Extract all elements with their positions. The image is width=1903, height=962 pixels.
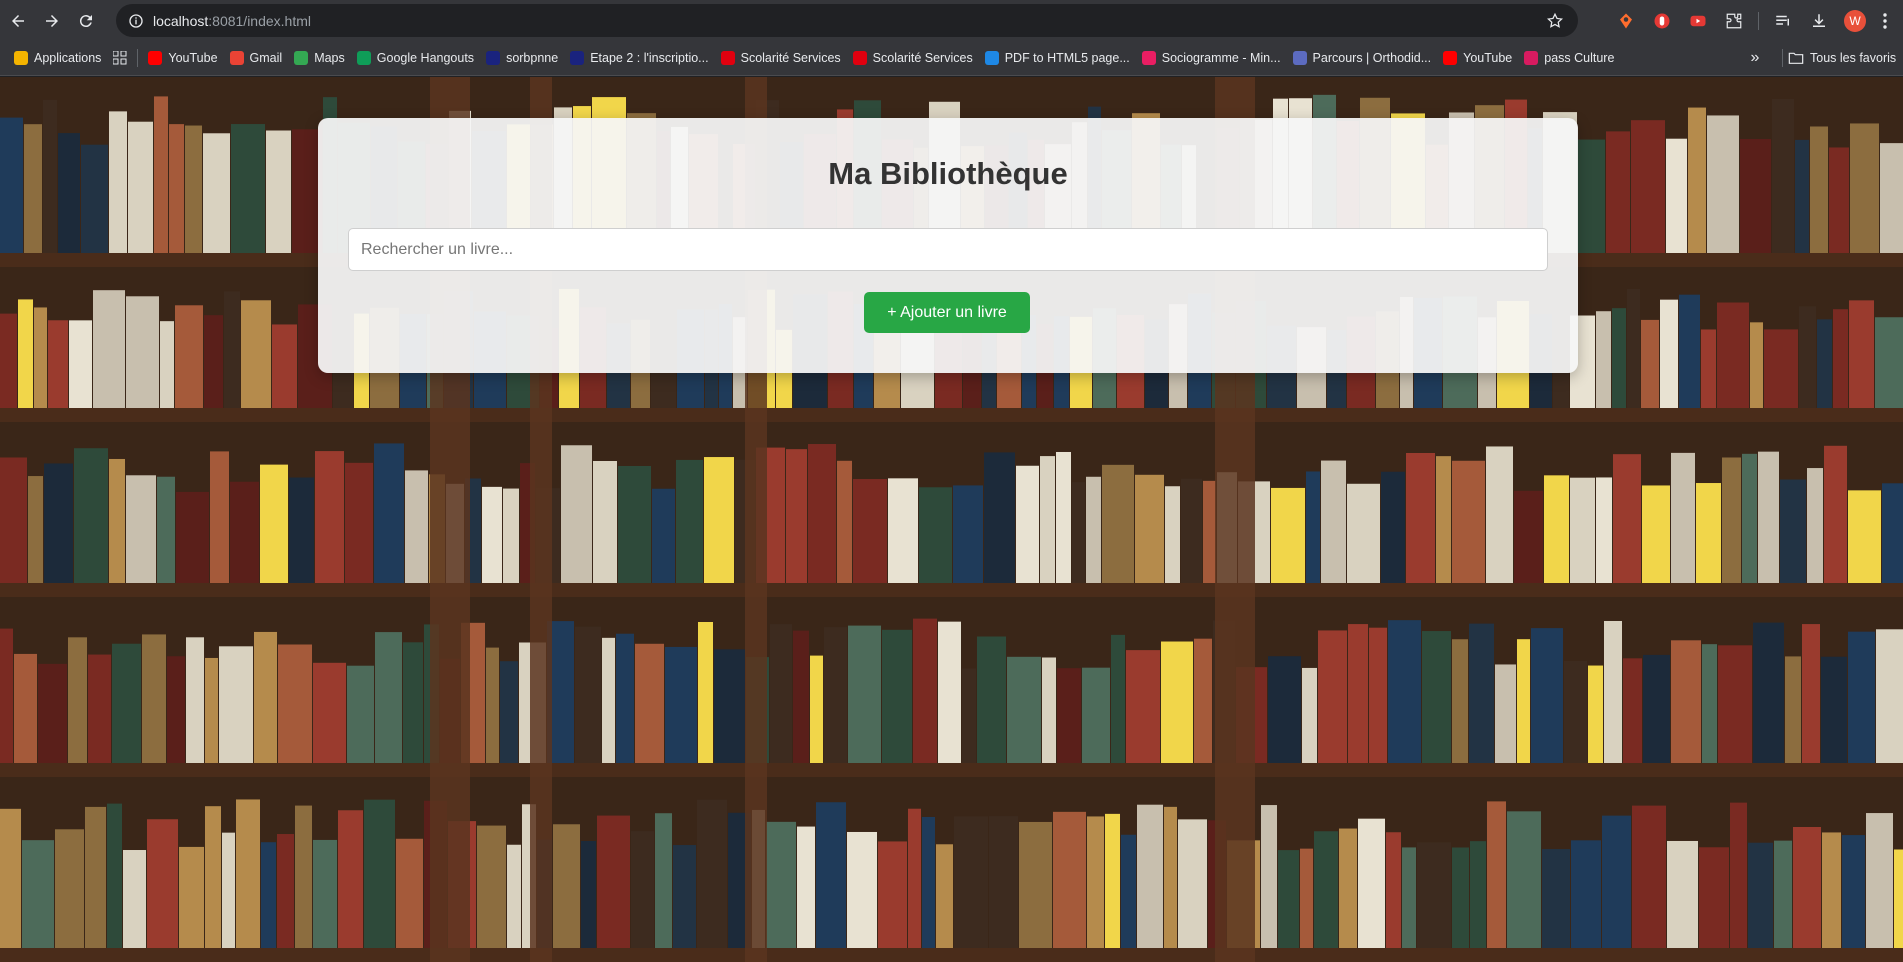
apps-launcher-button[interactable] [107,45,133,71]
bookmark-label: YouTube [168,51,218,65]
download-icon[interactable] [1801,0,1837,41]
reload-icon [79,14,92,27]
library-panel: Ma Bibliothèque + Ajouter un livre [318,118,1578,373]
apps-grid-icon [14,51,28,65]
bookmark-label: Scolarité Services [740,51,841,65]
marianne-icon [720,51,735,65]
all-bookmarks-label: Tous les favoris [1810,51,1897,65]
bookmark-item[interactable]: Applications [8,45,107,71]
bookmark-label: Scolarité Services [872,51,973,65]
search-input[interactable] [348,228,1548,271]
bookmark-item[interactable]: Etape 2 : l'inscriptio... [564,45,714,71]
youtube-icon [1443,51,1458,65]
bookmark-item[interactable]: Scolarité Services [847,45,979,71]
address-bar[interactable]: localhost:8081/index.html [116,4,1578,37]
profile-avatar[interactable]: W [1837,0,1873,41]
socio-icon [1141,51,1156,65]
bookmark-item[interactable]: Maps [288,45,351,71]
bookmark-item[interactable]: Scolarité Services [715,45,847,71]
menu-kebab-icon[interactable] [1873,0,1897,41]
bookmark-label: YouTube [1463,51,1513,65]
pass-culture-icon [1524,51,1539,65]
browser-toolbar: localhost:8081/index.html W [0,0,1903,41]
brave-extension-icon[interactable] [1608,0,1644,41]
grid-icon [113,51,127,65]
page-viewport: Ma Bibliothèque + Ajouter un livre [0,77,1903,962]
bookmark-label: Applications [34,51,102,65]
maps-icon [294,51,309,65]
bookmark-item[interactable]: pass Culture [1518,45,1620,71]
bookmark-label: Parcours | Orthodid... [1312,51,1432,65]
bookmark-item[interactable]: YouTube [1437,45,1518,71]
bookmark-item[interactable]: Gmail [224,45,289,71]
reading-list-icon[interactable] [1765,0,1801,41]
bookmark-item[interactable]: PDF to HTML5 page... [979,45,1136,71]
bookmark-item[interactable]: sorbpnne [480,45,564,71]
bookmarks-bar: Applications YouTube Gmail Maps Google Hango… [0,41,1903,76]
bookmark-star-icon[interactable] [1546,12,1564,30]
arrow-left-icon [12,14,24,27]
forward-button[interactable] [37,6,67,36]
profile-initial: W [1844,9,1866,32]
bookmark-label: Google Hangouts [376,51,475,65]
bookmark-label: Sociogramme - Min... [1161,51,1281,65]
bookmark-item[interactable]: Parcours | Orthodid... [1287,45,1438,71]
youtube-icon [148,51,163,65]
bookmark-label: Maps [314,51,345,65]
reload-button[interactable] [71,6,101,36]
bookmarks-separator [1782,49,1783,67]
pdf-icon [984,51,999,65]
bookmark-item[interactable]: Sociogramme - Min... [1136,45,1287,71]
site-info-icon[interactable] [125,10,147,32]
bookmark-label: pass Culture [1544,51,1615,65]
sorbonne-icon [486,51,501,65]
bookmark-label: sorbpnne [506,51,559,65]
bookmark-label: PDF to HTML5 page... [1004,51,1130,65]
all-bookmarks-folder[interactable]: Tous les favoris [1788,45,1896,71]
etape-icon [570,51,585,65]
puzzle-extensions-icon[interactable] [1716,0,1752,41]
url-path: :8081/index.html [208,12,311,29]
bookmarks-separator [137,49,139,67]
back-button[interactable] [3,6,33,36]
more-bookmarks-button[interactable]: » [1742,45,1768,71]
bookmark-item[interactable]: YouTube [142,45,223,71]
url-text[interactable]: localhost:8081/index.html [153,13,311,29]
video-extension-icon[interactable] [1680,0,1716,41]
parcours-icon [1292,51,1307,65]
bookmark-label: Etape 2 : l'inscriptio... [590,51,709,65]
adblock-extension-icon[interactable] [1644,0,1680,41]
url-host: localhost [153,12,209,29]
page-title: Ma Bibliothèque [828,156,1068,191]
add-book-button[interactable]: + Ajouter un livre [864,292,1030,333]
marianne-icon [852,51,867,65]
folder-icon [1788,52,1804,64]
gmail-icon [229,51,244,65]
bookmark-label: Gmail [249,51,283,65]
extensions-area: W [1608,0,1897,41]
arrow-right-icon [46,14,58,27]
toolbar-separator [1758,11,1759,30]
hangouts-icon [356,51,371,65]
bookmark-item[interactable]: Google Hangouts [351,45,480,71]
bookmarks-list: Applications YouTube Gmail Maps Google Hango… [8,45,1620,71]
